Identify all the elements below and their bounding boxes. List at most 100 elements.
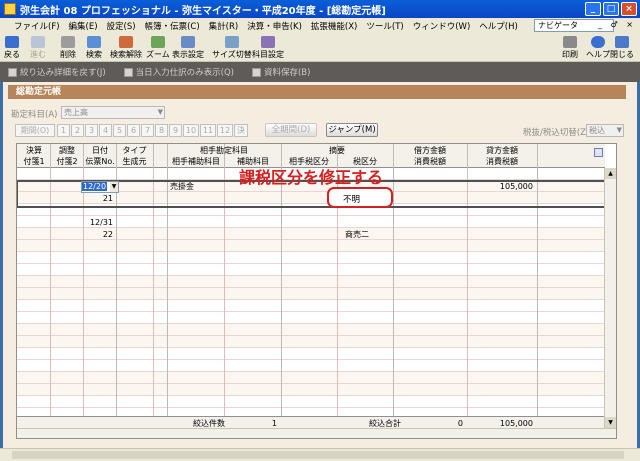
display-settings-label: 表示設定 — [172, 50, 204, 59]
back-arrow-icon — [5, 36, 19, 48]
size-toggle-label: サイズ切替 — [212, 50, 252, 59]
tax-toggle-select[interactable]: 税込 ▼ — [586, 124, 624, 137]
table-row — [17, 360, 605, 372]
month-3[interactable]: 3 — [85, 124, 98, 137]
menu-books[interactable]: 帳簿・伝票(C) — [145, 20, 200, 32]
month-11[interactable]: 11 — [200, 124, 216, 137]
search-label: 検索 — [86, 50, 102, 59]
window-title-bar: 弥生会計 08 プロフェッショナル - 弥生マイスター・平成20年度 - [総勘… — [0, 0, 640, 18]
today-only-label: 当日入力仕訳のみ表示(Q) — [135, 68, 234, 78]
zoom-button[interactable]: ズーム — [146, 36, 170, 60]
month-6[interactable]: 6 — [127, 124, 140, 137]
window-title: 弥生会計 08 プロフェッショナル - 弥生マイスター・平成20年度 - [総勘… — [20, 5, 386, 17]
summary-cell[interactable]: 商売二 — [345, 229, 369, 240]
app-icon — [4, 3, 16, 15]
month-1[interactable]: 1 — [57, 124, 70, 137]
month-12[interactable]: 12 — [217, 124, 233, 137]
table-row — [17, 384, 605, 396]
display-settings-icon — [181, 36, 195, 48]
month-7[interactable]: 7 — [141, 124, 154, 137]
voucher-no-cell[interactable]: 22 — [85, 229, 113, 240]
horizontal-scrollbar[interactable] — [17, 428, 616, 438]
menu-settings[interactable]: 設定(S) — [107, 20, 136, 32]
menu-edit[interactable]: 編集(E) — [69, 20, 98, 32]
help-button[interactable]: ヘルプ — [586, 36, 610, 60]
chevron-down-icon: ▼ — [616, 126, 622, 134]
menu-help[interactable]: ヘルプ(H) — [479, 20, 518, 32]
month-5[interactable]: 5 — [113, 124, 126, 137]
table-row — [17, 252, 605, 264]
column-settings-icon[interactable] — [594, 148, 603, 157]
tax-toggle-value: 税込 — [589, 126, 605, 135]
menu-aggregate[interactable]: 集計(R) — [209, 20, 239, 32]
voucher-no-cell[interactable]: 21 — [85, 193, 113, 204]
close-window-button[interactable]: × — [621, 2, 637, 16]
maximize-button[interactable]: □ — [603, 2, 619, 16]
delete-button[interactable]: 削除 — [60, 36, 76, 60]
account-select[interactable]: 売上高 ▼ — [61, 106, 165, 119]
close-label: 閉じる — [610, 50, 634, 59]
vertical-scrollbar[interactable]: ▲ ▼ — [604, 168, 616, 428]
col-tag2: 付箋2 — [56, 157, 78, 166]
col-type: タイプ — [122, 146, 147, 155]
scroll-up-icon[interactable]: ▲ — [605, 168, 616, 179]
col-summary: 摘要 — [329, 146, 345, 155]
month-2[interactable]: 2 — [71, 124, 84, 137]
col-credit-tax: 消費税額 — [486, 157, 518, 166]
print-button[interactable]: 印刷 — [562, 36, 578, 60]
minimize-button[interactable]: _ — [585, 2, 601, 16]
clear-search-button[interactable]: 検索解除 — [110, 36, 142, 60]
date-input[interactable]: 12/20 ▼ — [81, 181, 119, 193]
search-button[interactable]: 検索 — [86, 36, 102, 60]
save-material-button[interactable]: 資料保存(B) — [251, 66, 310, 78]
size-toggle-button[interactable]: サイズ切替 — [212, 36, 252, 60]
table-row — [17, 348, 605, 360]
close-view-button[interactable]: 閉じる — [610, 36, 634, 60]
instruction-annotation: 課税区分を修正する — [239, 168, 384, 187]
scroll-down-icon[interactable]: ▼ — [605, 417, 616, 428]
back-button[interactable]: 戻る — [4, 36, 20, 60]
tax-category-cell[interactable]: 不明 — [327, 187, 393, 208]
menu-extensions[interactable]: 拡張機能(X) — [311, 20, 357, 32]
ledger-panel: 総勘定元帳 勘定科目(A) 売上高 ▼ 期間(O) 1 2 3 4 5 6 7 … — [3, 82, 637, 448]
chevron-down-icon: ▼ — [110, 182, 118, 192]
restore-filter-button[interactable]: 絞り込み詳細を戻す(J) — [8, 66, 106, 78]
forward-button[interactable]: 進む — [30, 36, 46, 60]
toolbar: 戻る 進む 削除 検索 検索解除 ズーム 表示設定 サイズ切替 科目設定 印刷 … — [0, 34, 640, 62]
account-settings-button[interactable]: 科目設定 — [252, 36, 284, 60]
menu-tools[interactable]: ツール(T) — [366, 20, 403, 32]
month-closing[interactable]: 決 — [234, 124, 248, 137]
zoom-icon — [150, 36, 165, 48]
forward-arrow-icon — [31, 36, 45, 48]
counter-account-cell[interactable]: 売掛金 — [170, 181, 194, 192]
restore-filter-label: 絞り込み詳細を戻す(J) — [20, 68, 106, 78]
back-label: 戻る — [4, 50, 20, 59]
col-voucher-no: 伝票No. — [85, 157, 115, 166]
today-only-button[interactable]: 当日入力仕訳のみ表示(Q) — [123, 66, 234, 78]
menu-bar: ファイル(F) 編集(E) 設定(S) 帳簿・伝票(C) 集計(R) 決算・申告… — [0, 18, 640, 34]
menu-closing[interactable]: 決算・申告(K) — [247, 20, 302, 32]
month-10[interactable]: 10 — [183, 124, 199, 137]
tax-toggle-label: 税抜/税込切替(Z) — [523, 128, 590, 138]
menu-window[interactable]: ウィンドウ(W) — [413, 20, 471, 32]
panel-title: 総勘定元帳 — [8, 85, 626, 99]
search-icon — [87, 36, 101, 48]
clear-search-icon — [119, 36, 133, 48]
date-cell[interactable]: 12/31 — [85, 217, 113, 228]
credit-amount-cell[interactable]: 105,000 — [469, 181, 533, 192]
jump-button[interactable]: ジャンプ(M) — [326, 123, 378, 137]
menu-file[interactable]: ファイル(F) — [14, 20, 60, 32]
all-period-button[interactable]: 全期間(D) — [265, 123, 317, 137]
grid-footer: 絞込件数 1 絞込合計 0 105,000 — [17, 416, 605, 428]
month-9[interactable]: 9 — [169, 124, 182, 137]
scroll-thumb[interactable] — [12, 451, 624, 459]
display-settings-button[interactable]: 表示設定 — [172, 36, 204, 60]
account-select-value: 売上高 — [64, 108, 88, 117]
month-8[interactable]: 8 — [155, 124, 168, 137]
period-button[interactable]: 期間(O) — [15, 124, 55, 137]
table-row — [17, 324, 605, 336]
bottom-scrollbar[interactable] — [0, 448, 640, 461]
col-adjust: 調整 — [59, 146, 75, 155]
document-window-controls[interactable]: _ ♂ × — [598, 20, 636, 29]
month-4[interactable]: 4 — [99, 124, 112, 137]
